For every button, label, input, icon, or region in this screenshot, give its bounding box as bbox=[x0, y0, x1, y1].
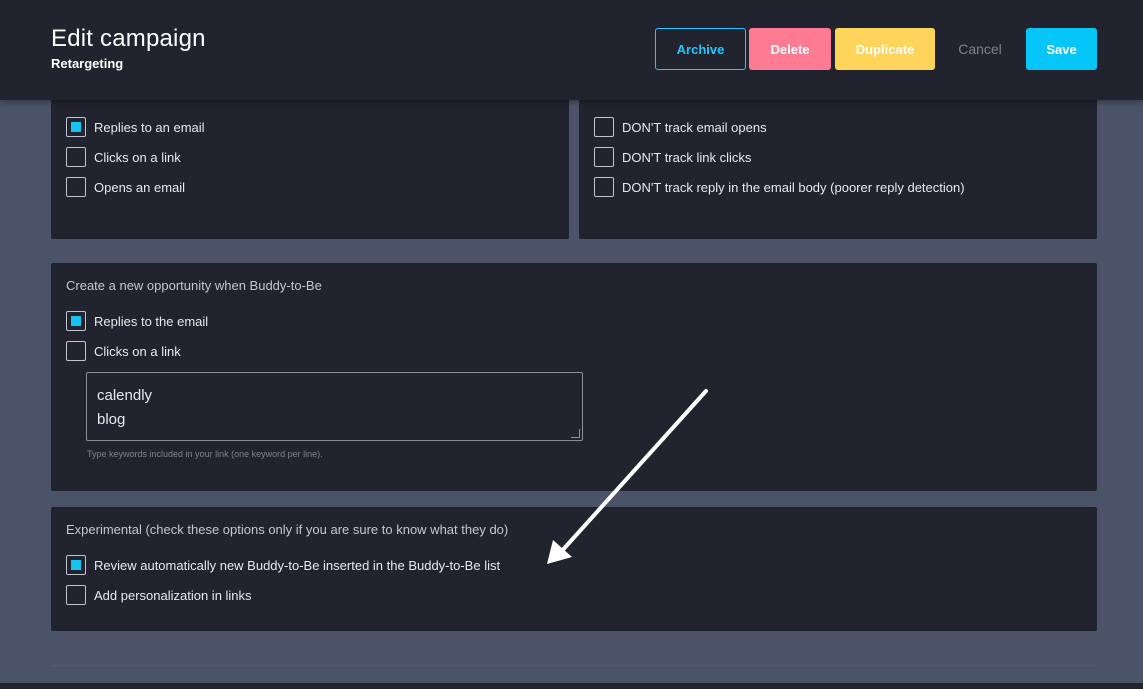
replies-to-the-email-checkbox[interactable] bbox=[66, 311, 86, 331]
option-label: DON'T track reply in the email body (poo… bbox=[622, 179, 965, 195]
conversion-options-panel: Replies to an email Clicks on a link Ope… bbox=[51, 96, 569, 239]
option-label: Clicks on a link bbox=[94, 149, 181, 165]
opens-an-email-checkbox[interactable] bbox=[66, 177, 86, 197]
option-dont-track-reply[interactable]: DON'T track reply in the email body (poo… bbox=[594, 176, 965, 198]
clicks-on-a-link-checkbox[interactable] bbox=[66, 147, 86, 167]
resize-handle-icon[interactable] bbox=[571, 429, 580, 438]
link-keywords-textarea[interactable]: calendly blog bbox=[86, 372, 583, 441]
option-label: DON'T track link clicks bbox=[622, 149, 752, 165]
page-title: Edit campaign bbox=[51, 25, 206, 52]
keyword-line: calendly bbox=[97, 387, 153, 404]
tracking-options-panel: DON'T track email opens DON'T track link… bbox=[579, 96, 1097, 239]
option-dont-track-email-opens[interactable]: DON'T track email opens bbox=[594, 116, 767, 138]
archive-button[interactable]: Archive bbox=[655, 28, 746, 70]
option-label: Replies to the email bbox=[94, 313, 209, 329]
opportunity-panel: Create a new opportunity when Buddy-to-B… bbox=[51, 263, 1097, 491]
option-add-personalization[interactable]: Add personalization in links bbox=[66, 584, 252, 606]
option-label: DON'T track email opens bbox=[622, 119, 767, 135]
header-bar: Edit campaign Retargeting Archive Delete… bbox=[0, 0, 1143, 100]
bottom-bar bbox=[0, 683, 1143, 689]
review-automatically-checkbox[interactable] bbox=[66, 555, 86, 575]
option-replies-to-an-email[interactable]: Replies to an email bbox=[66, 116, 205, 138]
delete-button[interactable]: Delete bbox=[749, 28, 831, 70]
add-personalization-checkbox[interactable] bbox=[66, 585, 86, 605]
replies-to-an-email-checkbox[interactable] bbox=[66, 117, 86, 137]
option-label: Review automatically new Buddy-to-Be ins… bbox=[94, 557, 501, 573]
keywords-help-text: Type keywords included in your link (one… bbox=[87, 449, 323, 459]
keyword-line: blog bbox=[97, 411, 126, 428]
option-opportunity-clicks-on-a-link[interactable]: Clicks on a link bbox=[66, 340, 181, 362]
experimental-panel: Experimental (check these options only i… bbox=[51, 507, 1097, 631]
option-clicks-on-a-link[interactable]: Clicks on a link bbox=[66, 146, 181, 168]
experimental-heading: Experimental (check these options only i… bbox=[66, 522, 509, 537]
page-subtitle: Retargeting bbox=[51, 56, 124, 71]
option-opens-an-email[interactable]: Opens an email bbox=[66, 176, 185, 198]
option-label: Clicks on a link bbox=[94, 343, 181, 359]
option-label: Add personalization in links bbox=[94, 587, 252, 603]
option-label: Replies to an email bbox=[94, 119, 205, 135]
cancel-button[interactable]: Cancel bbox=[950, 28, 1010, 70]
option-dont-track-link-clicks[interactable]: DON'T track link clicks bbox=[594, 146, 751, 168]
opportunity-heading: Create a new opportunity when Buddy-to-B… bbox=[66, 278, 322, 293]
save-button[interactable]: Save bbox=[1026, 28, 1097, 70]
divider bbox=[51, 665, 1097, 666]
dont-track-reply-checkbox[interactable] bbox=[594, 177, 614, 197]
opportunity-clicks-on-a-link-checkbox[interactable] bbox=[66, 341, 86, 361]
duplicate-button[interactable]: Duplicate bbox=[835, 28, 935, 70]
option-replies-to-the-email[interactable]: Replies to the email bbox=[66, 310, 208, 332]
option-label: Opens an email bbox=[94, 179, 186, 195]
option-review-automatically[interactable]: Review automatically new Buddy-to-Be ins… bbox=[66, 554, 500, 576]
dont-track-link-clicks-checkbox[interactable] bbox=[594, 147, 614, 167]
dont-track-email-opens-checkbox[interactable] bbox=[594, 117, 614, 137]
